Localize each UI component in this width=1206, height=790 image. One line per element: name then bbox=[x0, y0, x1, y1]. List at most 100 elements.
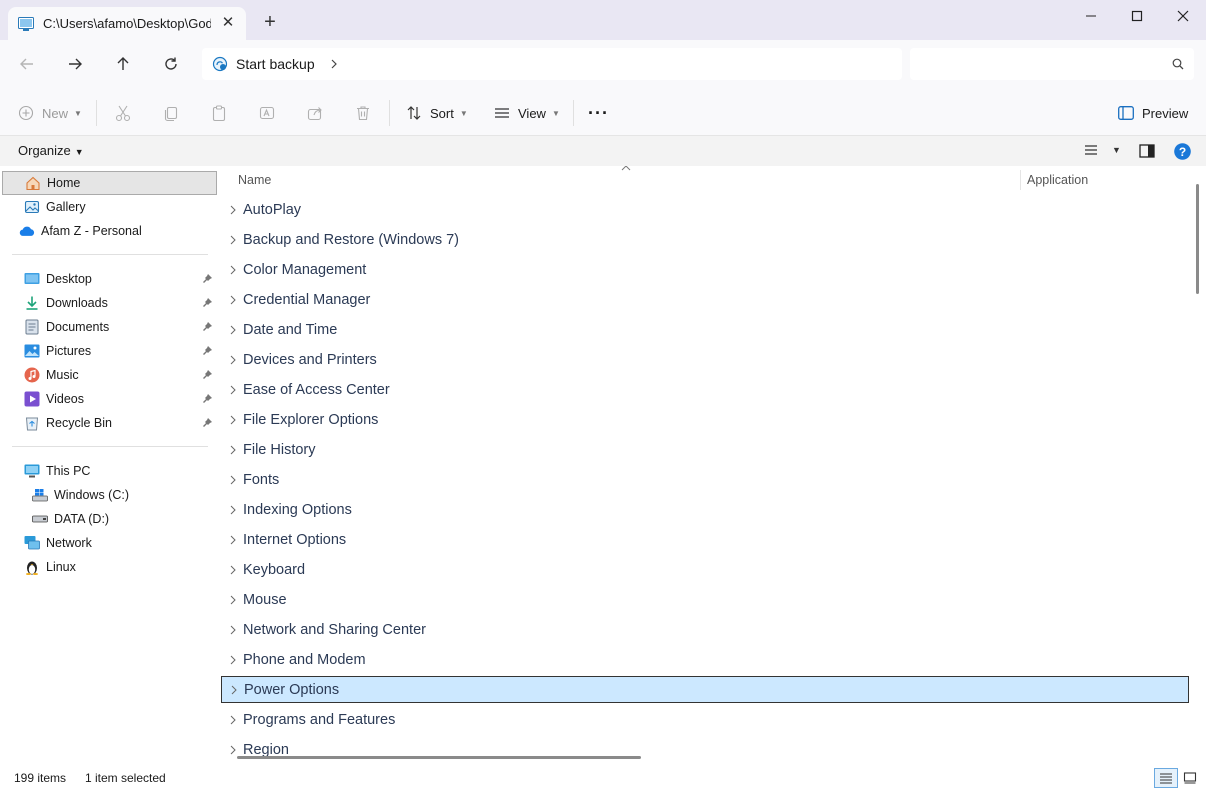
sidebar-item-home[interactable]: Home bbox=[2, 171, 217, 195]
details-view-button[interactable] bbox=[1154, 768, 1178, 788]
chevron-right-icon[interactable] bbox=[223, 744, 243, 756]
list-item[interactable]: Keyboard bbox=[221, 556, 1189, 583]
view-button[interactable]: View ▼ bbox=[494, 100, 560, 126]
list-item[interactable]: Power Options bbox=[221, 676, 1189, 703]
sidebar-item-desktop[interactable]: Desktop bbox=[2, 267, 217, 291]
sidebar-item-network[interactable]: Network bbox=[2, 531, 217, 555]
sidebar-item-documents[interactable]: Documents bbox=[2, 315, 217, 339]
item-count: 199 items bbox=[14, 771, 67, 785]
sidebar-item-onedrive[interactable]: Afam Z - Personal bbox=[2, 219, 217, 243]
address-bar[interactable]: Start backup bbox=[202, 48, 902, 80]
list-item[interactable]: Programs and Features bbox=[221, 706, 1189, 733]
column-header-name[interactable]: Name bbox=[238, 173, 271, 187]
sidebar-item-downloads[interactable]: Downloads bbox=[2, 291, 217, 315]
rename-button[interactable] bbox=[258, 100, 276, 126]
list-item[interactable]: Ease of Access Center bbox=[221, 376, 1189, 403]
chevron-right-icon[interactable] bbox=[223, 204, 243, 216]
chevron-right-icon[interactable] bbox=[223, 324, 243, 336]
sort-button[interactable]: Sort ▼ bbox=[406, 100, 468, 126]
chevron-right-icon[interactable] bbox=[223, 384, 243, 396]
minimize-button[interactable] bbox=[1068, 0, 1114, 32]
sidebar-item-videos[interactable]: Videos bbox=[2, 387, 217, 411]
list-item[interactable]: Color Management bbox=[221, 256, 1189, 283]
list-item[interactable]: Internet Options bbox=[221, 526, 1189, 553]
refresh-button[interactable] bbox=[158, 52, 184, 76]
chevron-right-icon[interactable] bbox=[329, 59, 339, 69]
list-item[interactable]: File History bbox=[221, 436, 1189, 463]
chevron-right-icon[interactable] bbox=[223, 564, 243, 576]
view-label: View bbox=[518, 105, 546, 121]
pin-icon[interactable] bbox=[202, 393, 213, 407]
address-location[interactable]: Start backup bbox=[236, 56, 315, 72]
list-item[interactable]: Credential Manager bbox=[221, 286, 1189, 313]
close-tab-icon[interactable]: ✕ bbox=[218, 13, 238, 33]
maximize-button[interactable] bbox=[1114, 0, 1160, 32]
preview-button[interactable]: Preview bbox=[1118, 100, 1188, 126]
preview-pane-button[interactable] bbox=[1139, 144, 1155, 163]
paste-button[interactable] bbox=[210, 100, 228, 126]
close-window-button[interactable] bbox=[1160, 0, 1206, 32]
list-item[interactable]: Date and Time bbox=[221, 316, 1189, 343]
chevron-right-icon[interactable] bbox=[223, 294, 243, 306]
chevron-right-icon[interactable] bbox=[223, 714, 243, 726]
sidebar-item-recycle-bin[interactable]: Recycle Bin bbox=[2, 411, 217, 435]
chevron-right-icon[interactable] bbox=[224, 684, 244, 696]
sidebar-item-music[interactable]: Music bbox=[2, 363, 217, 387]
chevron-right-icon[interactable] bbox=[223, 654, 243, 666]
sidebar-item-data-drive[interactable]: DATA (D:) bbox=[2, 507, 217, 531]
forward-button[interactable] bbox=[62, 52, 88, 76]
search-input[interactable] bbox=[910, 48, 1194, 80]
sidebar-item-pictures[interactable]: Pictures bbox=[2, 339, 217, 363]
horizontal-scrollbar[interactable] bbox=[237, 756, 641, 759]
cut-button[interactable] bbox=[114, 100, 132, 126]
sidebar-item-linux[interactable]: Linux bbox=[2, 555, 217, 579]
chevron-right-icon[interactable] bbox=[223, 624, 243, 636]
share-button[interactable] bbox=[306, 100, 324, 126]
chevron-right-icon[interactable] bbox=[223, 504, 243, 516]
list-item[interactable]: Indexing Options bbox=[221, 496, 1189, 523]
pin-icon[interactable] bbox=[202, 321, 213, 335]
column-divider[interactable] bbox=[1020, 170, 1021, 190]
list-item[interactable]: File Explorer Options bbox=[221, 406, 1189, 433]
up-button[interactable] bbox=[110, 52, 136, 76]
more-options-button[interactable]: ··· bbox=[588, 100, 609, 126]
large-icons-view-button[interactable] bbox=[1178, 768, 1202, 788]
chevron-right-icon[interactable] bbox=[223, 474, 243, 486]
list-item[interactable]: Backup and Restore (Windows 7) bbox=[221, 226, 1189, 253]
pin-icon[interactable] bbox=[202, 417, 213, 431]
delete-button[interactable] bbox=[354, 100, 372, 126]
back-button[interactable] bbox=[14, 52, 40, 76]
chevron-right-icon[interactable] bbox=[223, 444, 243, 456]
organize-button[interactable]: Organize ▼ bbox=[18, 143, 84, 158]
chevron-right-icon[interactable] bbox=[223, 234, 243, 246]
list-item[interactable]: Mouse bbox=[221, 586, 1189, 613]
sidebar-item-windows-drive[interactable]: Windows (C:) bbox=[2, 483, 217, 507]
pin-icon[interactable] bbox=[202, 369, 213, 383]
list-item[interactable]: Fonts bbox=[221, 466, 1189, 493]
pin-icon[interactable] bbox=[202, 297, 213, 311]
sidebar-item-this-pc[interactable]: This PC bbox=[2, 459, 217, 483]
chevron-right-icon[interactable] bbox=[223, 534, 243, 546]
sidebar-item-label: Home bbox=[47, 176, 81, 190]
help-button[interactable]: ? bbox=[1174, 143, 1191, 165]
list-item[interactable]: Devices and Printers bbox=[221, 346, 1189, 373]
list-item[interactable]: AutoPlay bbox=[221, 196, 1189, 223]
chevron-right-icon[interactable] bbox=[223, 354, 243, 366]
copy-button[interactable] bbox=[162, 100, 180, 126]
column-header-application[interactable]: Application bbox=[1027, 173, 1088, 187]
new-tab-button[interactable]: + bbox=[260, 12, 280, 32]
chevron-right-icon[interactable] bbox=[223, 264, 243, 276]
chevron-right-icon[interactable] bbox=[223, 414, 243, 426]
active-tab[interactable]: C:\Users\afamo\Desktop\God ✕ bbox=[8, 7, 246, 40]
list-item[interactable]: Phone and Modem bbox=[221, 646, 1189, 673]
pin-icon[interactable] bbox=[202, 345, 213, 359]
pin-icon[interactable] bbox=[202, 273, 213, 287]
change-view-button[interactable]: ▼ bbox=[1084, 144, 1121, 156]
sidebar-item-gallery[interactable]: Gallery bbox=[2, 195, 217, 219]
list-item[interactable]: Network and Sharing Center bbox=[221, 616, 1189, 643]
list-item-label: Devices and Printers bbox=[243, 351, 377, 368]
new-button[interactable]: New ▼ bbox=[18, 100, 82, 126]
chevron-right-icon[interactable] bbox=[223, 594, 243, 606]
vertical-scrollbar[interactable] bbox=[1196, 184, 1199, 294]
sidebar-item-label: Downloads bbox=[46, 296, 108, 310]
